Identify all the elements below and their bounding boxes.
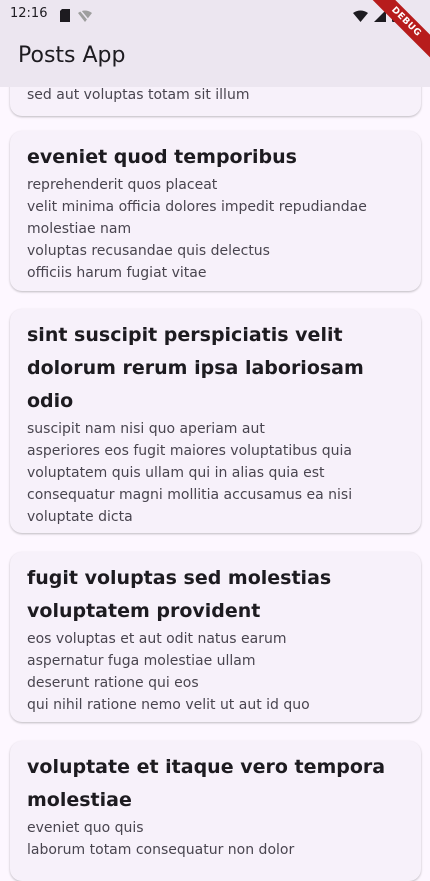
- post-title: fugit voluptas sed molestias voluptatem …: [27, 567, 332, 622]
- wifi-off-icon: [78, 7, 92, 26]
- post-body: eveniet quo quis laborum totam consequat…: [27, 820, 295, 858]
- post-card[interactable]: fugit voluptas sed molestias voluptatem …: [10, 552, 421, 722]
- status-bar: 12:16: [0, 0, 430, 30]
- post-card[interactable]: voluptate et itaque vero tempora molesti…: [10, 741, 421, 881]
- app-bar: Posts App: [0, 30, 430, 87]
- post-body: suscipit nam nisi quo aperiam aut asperi…: [27, 421, 353, 525]
- posts-list[interactable]: sed aut voluptas totam sit illum eveniet…: [0, 0, 430, 881]
- post-title: sint suscipit perspiciatis velit dolorum…: [27, 324, 364, 412]
- post-title: eveniet quod temporibus: [27, 146, 297, 168]
- post-body: reprehenderit quos placeat velit minima …: [27, 177, 367, 281]
- status-time: 12:16: [10, 6, 48, 21]
- sim-card-icon: [60, 7, 70, 26]
- post-body: eos voluptas et aut odit natus earum asp…: [27, 631, 310, 713]
- wifi-icon: [353, 7, 368, 26]
- post-body: sed aut voluptas totam sit illum: [27, 87, 250, 103]
- post-card[interactable]: sint suscipit perspiciatis velit dolorum…: [10, 309, 421, 533]
- post-title: voluptate et itaque vero tempora molesti…: [27, 756, 386, 811]
- page-title: Posts App: [18, 43, 126, 68]
- post-card[interactable]: eveniet quod temporibus reprehenderit qu…: [10, 131, 421, 291]
